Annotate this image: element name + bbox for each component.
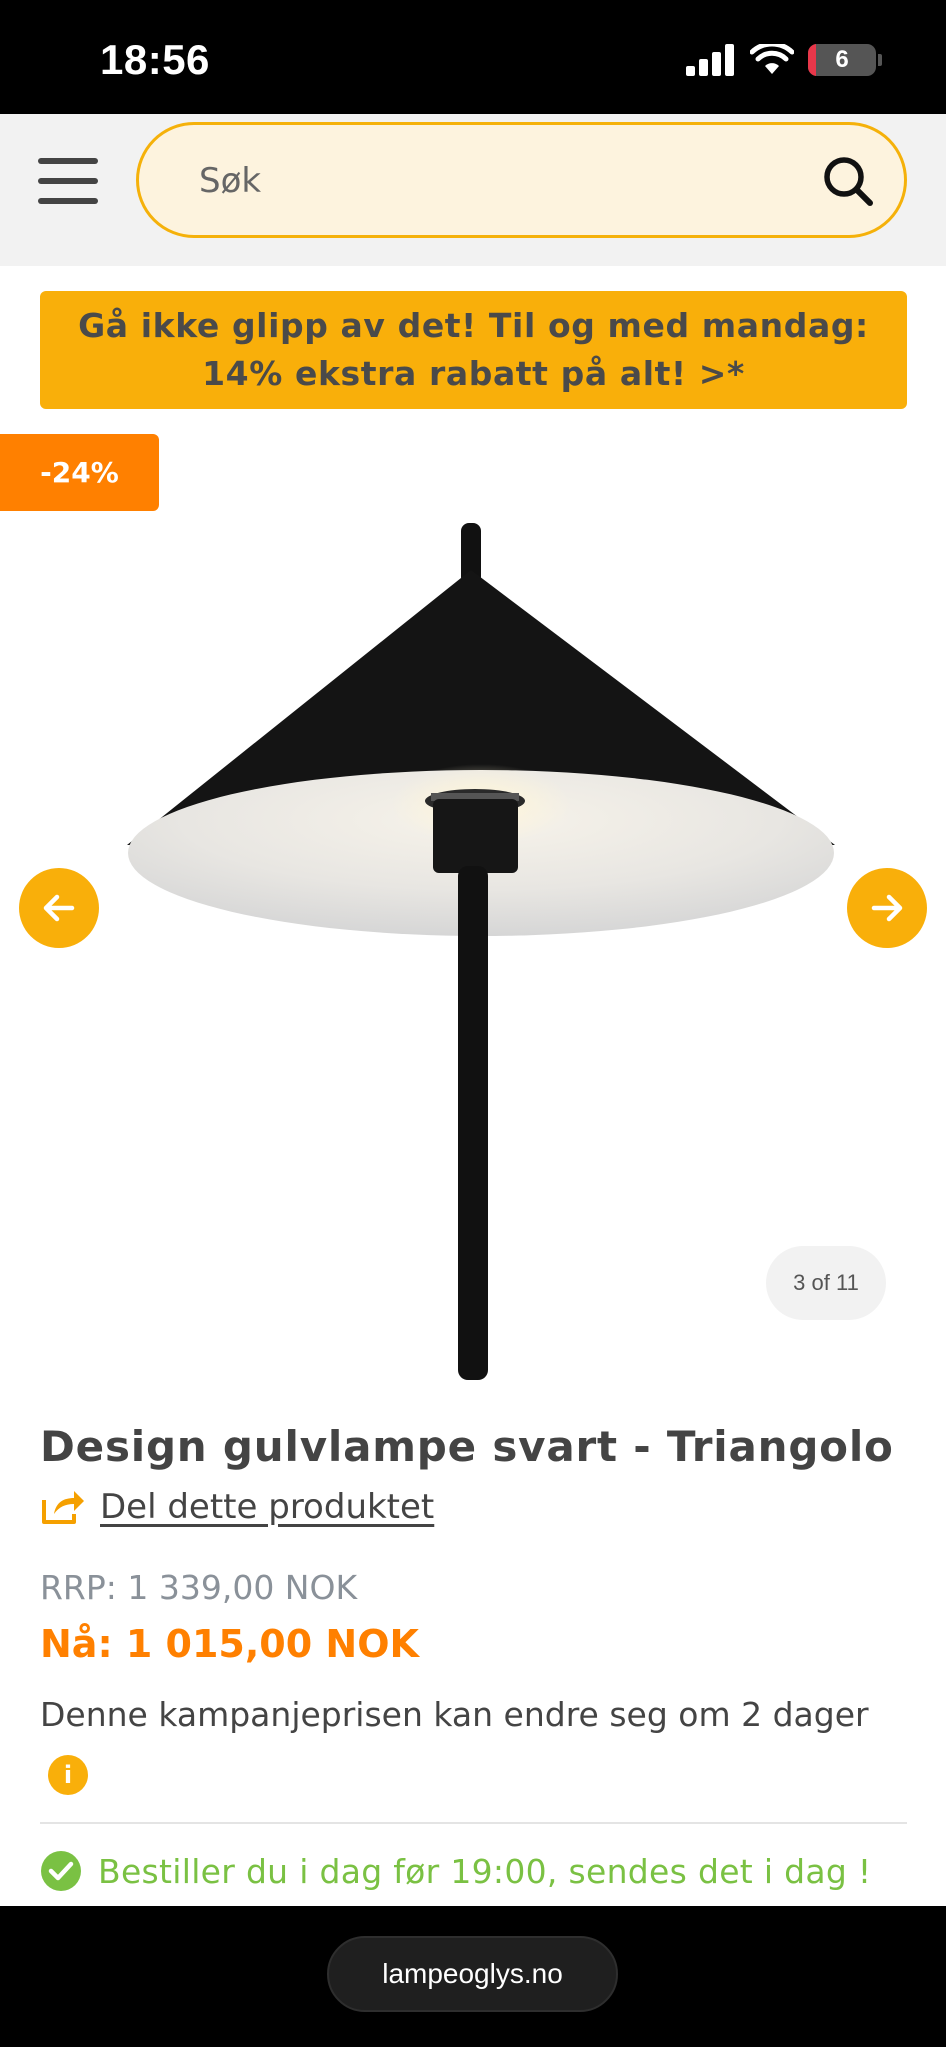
- info-icon[interactable]: i: [48, 1754, 88, 1795]
- gallery-prev-button[interactable]: [19, 868, 99, 948]
- product-gallery[interactable]: -24% 3 of 11: [0, 434, 946, 1380]
- shipping-text: Bestiller du i dag før 19:00, sendes det…: [98, 1851, 872, 1891]
- battery-level: 6: [835, 46, 849, 73]
- share-icon: [42, 1491, 84, 1524]
- product-title: Design gulvlampe svart - Triangolo: [40, 1422, 894, 1471]
- url-bar[interactable]: lampeoglys.no: [327, 1936, 618, 2012]
- battery-tip: [878, 54, 882, 66]
- check-circle-icon: [41, 1851, 81, 1891]
- arrow-left-icon: [43, 894, 75, 922]
- campaign-note: Denne kampanjeprisen kan endre seg om 2 …: [40, 1686, 880, 1802]
- status-bar: 18:56 6: [0, 0, 946, 114]
- share-label[interactable]: Del dette produktet: [100, 1487, 434, 1527]
- share-link[interactable]: Del dette produktet: [40, 1487, 434, 1527]
- search-icon[interactable]: [820, 153, 876, 209]
- search-input[interactable]: [199, 155, 759, 207]
- shipping-notice: Bestiller du i dag før 19:00, sendes det…: [40, 1850, 871, 1892]
- status-time: 18:56: [100, 36, 210, 83]
- image-counter: 3 of 11: [766, 1246, 886, 1320]
- site-header: [0, 114, 946, 266]
- browser-bar: lampeoglys.no: [0, 1906, 946, 2047]
- menu-icon-bar: [38, 178, 98, 184]
- battery-icon: 6: [808, 44, 876, 76]
- gallery-next-button[interactable]: [847, 868, 927, 948]
- promo-line-2: 14% ekstra rabatt på alt! >*: [202, 354, 745, 393]
- promo-banner[interactable]: Gå ikke glipp av det! Til og med mandag:…: [40, 291, 907, 409]
- menu-button[interactable]: [38, 158, 98, 204]
- status-icons: 6: [686, 44, 882, 76]
- menu-icon-bar: [38, 158, 98, 164]
- product-image: [127, 523, 835, 1380]
- search-bar: [136, 122, 907, 238]
- current-price: Nå: 1 015,00 NOK: [40, 1622, 419, 1666]
- rrp-price: RRP: 1 339,00 NOK: [40, 1568, 358, 1607]
- signal-icon: [686, 44, 734, 76]
- wifi-icon: [750, 44, 794, 74]
- promo-line-1: Gå ikke glipp av det! Til og med mandag:: [78, 306, 869, 345]
- divider: [40, 1822, 907, 1824]
- campaign-note-text: Denne kampanjeprisen kan endre seg om 2 …: [40, 1695, 869, 1734]
- arrow-right-icon: [871, 894, 903, 922]
- discount-badge: -24%: [0, 434, 159, 511]
- menu-icon-bar: [38, 198, 98, 204]
